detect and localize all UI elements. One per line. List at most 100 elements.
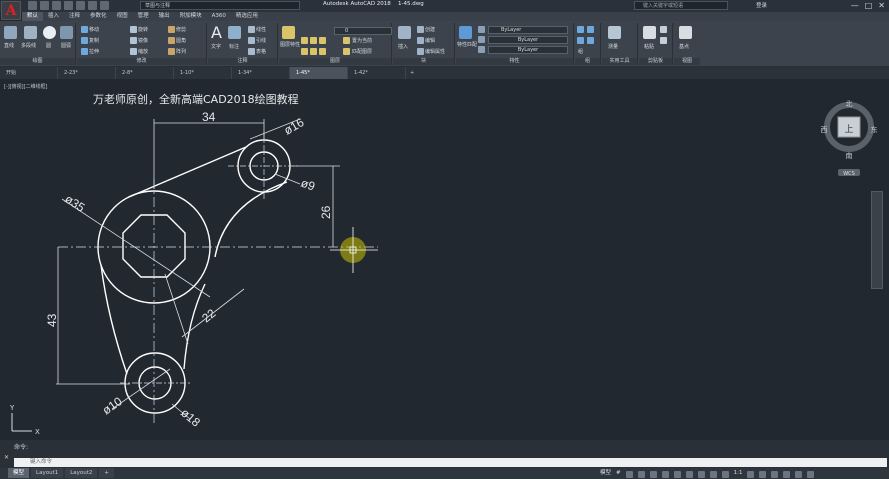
block-panel-title[interactable]: 块	[393, 58, 454, 65]
redo-icon[interactable]	[100, 1, 109, 10]
tab-output[interactable]: 输出	[154, 12, 175, 21]
lineweight-icon[interactable]	[685, 471, 693, 478]
wcs-label[interactable]: WCS	[843, 171, 855, 177]
edit-attributes-icon[interactable]	[417, 48, 424, 55]
polar-icon[interactable]	[649, 471, 657, 478]
property-icon[interactable]	[478, 36, 485, 43]
annotation-scale[interactable]: 1:1	[734, 468, 743, 479]
layer-tool-icon[interactable]	[301, 37, 308, 44]
tab-default[interactable]: 默认	[22, 12, 44, 21]
plus-icon[interactable]	[759, 471, 767, 478]
move-icon[interactable]	[81, 26, 88, 33]
create-label[interactable]: 创建	[425, 26, 435, 33]
maximize-button[interactable]: □	[865, 0, 873, 11]
move-label[interactable]: 移动	[89, 26, 99, 33]
scale-icon[interactable]	[130, 48, 137, 55]
tab-featured-apps[interactable]: 精选应用	[231, 12, 263, 21]
rotate-label[interactable]: 旋转	[138, 26, 148, 33]
array-icon[interactable]	[168, 48, 175, 55]
modify-panel-title[interactable]: 修改	[77, 58, 206, 65]
linetype-dropdown[interactable]: ByLayer	[488, 36, 568, 44]
line-icon[interactable]	[4, 26, 17, 39]
edit-block-icon[interactable]	[417, 37, 424, 44]
groups-panel-title[interactable]: 组	[575, 58, 600, 65]
properties-panel-title[interactable]: 特性	[456, 58, 573, 65]
tab-a360[interactable]: A360	[207, 12, 231, 21]
linear-icon[interactable]	[248, 26, 255, 33]
fillet-label[interactable]: 圆角	[176, 37, 186, 44]
command-input[interactable]: 键入命令	[14, 458, 887, 467]
stretch-label[interactable]: 拉伸	[89, 48, 99, 55]
group-edit-icon[interactable]	[577, 37, 584, 44]
layer-tool-icon[interactable]	[301, 48, 308, 55]
tab-annotate[interactable]: 注释	[64, 12, 85, 21]
layer-tool-icon[interactable]	[319, 37, 326, 44]
tab-view[interactable]: 视图	[112, 12, 133, 21]
arc-icon[interactable]	[60, 26, 73, 39]
paste-icon[interactable]	[643, 26, 656, 39]
layer-dropdown[interactable]: 0	[334, 27, 392, 35]
color-dropdown[interactable]: ByLayer	[488, 26, 568, 34]
make-current-icon[interactable]	[343, 37, 350, 44]
file-tab[interactable]: 1-34*	[232, 67, 290, 79]
layer-tool-icon[interactable]	[319, 48, 326, 55]
polyline-icon[interactable]	[24, 26, 37, 39]
customize-icon[interactable]	[807, 471, 815, 478]
table-icon[interactable]	[248, 48, 255, 55]
transparency-icon[interactable]	[697, 471, 705, 478]
file-tab[interactable]: 1-42*	[348, 67, 406, 79]
measure-icon[interactable]	[608, 26, 621, 39]
file-tab-start[interactable]: 开始	[0, 67, 58, 79]
group-select-icon[interactable]	[587, 37, 594, 44]
match-layer-icon[interactable]	[343, 48, 350, 55]
clean-screen-icon[interactable]	[795, 471, 803, 478]
snap-icon[interactable]	[625, 471, 633, 478]
close-button[interactable]: ✕	[878, 0, 885, 11]
file-tab[interactable]: 2-23*	[58, 67, 116, 79]
search-input[interactable]: 键入关键字或短语	[634, 1, 728, 10]
otrack-icon[interactable]	[673, 471, 681, 478]
cut-icon[interactable]	[660, 26, 667, 33]
ungroup-icon[interactable]	[587, 26, 594, 33]
workspace-selector[interactable]: 草图与注释	[140, 1, 300, 10]
autocad-logo[interactable]: A	[1, 1, 21, 20]
print-icon[interactable]	[76, 1, 85, 10]
layer-tool-icon[interactable]	[310, 37, 317, 44]
group-label[interactable]: 组	[578, 48, 583, 55]
file-tab-active[interactable]: 1-45*	[290, 67, 348, 79]
insert-block-icon[interactable]	[398, 26, 411, 39]
view-panel-title[interactable]: 视图	[674, 58, 700, 65]
osnap-icon[interactable]	[661, 471, 669, 478]
dimension-icon[interactable]	[228, 26, 241, 39]
new-tab-button[interactable]: +	[406, 67, 414, 79]
sign-in[interactable]: 登录	[756, 1, 767, 9]
save-icon[interactable]	[52, 1, 61, 10]
file-tab[interactable]: 1-10*	[174, 67, 232, 79]
layers-panel-title[interactable]: 图层	[279, 58, 391, 65]
gear-icon[interactable]	[747, 471, 755, 478]
command-close-icon[interactable]: ✕	[4, 454, 9, 461]
tab-manage[interactable]: 管理	[133, 12, 154, 21]
file-tab[interactable]: 2-8*	[116, 67, 174, 79]
table-label[interactable]: 表格	[256, 48, 266, 55]
leader-icon[interactable]	[248, 37, 255, 44]
navigation-bar[interactable]	[871, 191, 883, 289]
minimize-button[interactable]: —	[851, 0, 859, 11]
isolate-icon[interactable]	[771, 471, 779, 478]
rotate-icon[interactable]	[130, 26, 137, 33]
annotation-visibility-icon[interactable]	[721, 471, 729, 478]
save-as-icon[interactable]	[64, 1, 73, 10]
leader-label[interactable]: 引线	[256, 37, 266, 44]
selection-cycling-icon[interactable]	[709, 471, 717, 478]
copy-clip-icon[interactable]	[660, 37, 667, 44]
mirror-icon[interactable]	[130, 37, 137, 44]
mirror-label[interactable]: 镜像	[138, 37, 148, 44]
layout-tab-add[interactable]: +	[99, 468, 115, 478]
undo-icon[interactable]	[88, 1, 97, 10]
ortho-icon[interactable]	[637, 471, 645, 478]
layout-tab-model[interactable]: 模型	[8, 468, 30, 478]
trim-label[interactable]: 修剪	[176, 26, 186, 33]
edit-attributes-label[interactable]: 编辑属性	[425, 48, 445, 55]
viewcube[interactable]: 上 北 南 东 西 WCS	[821, 100, 878, 177]
match-layer-label[interactable]: 匹配图层	[352, 48, 372, 55]
